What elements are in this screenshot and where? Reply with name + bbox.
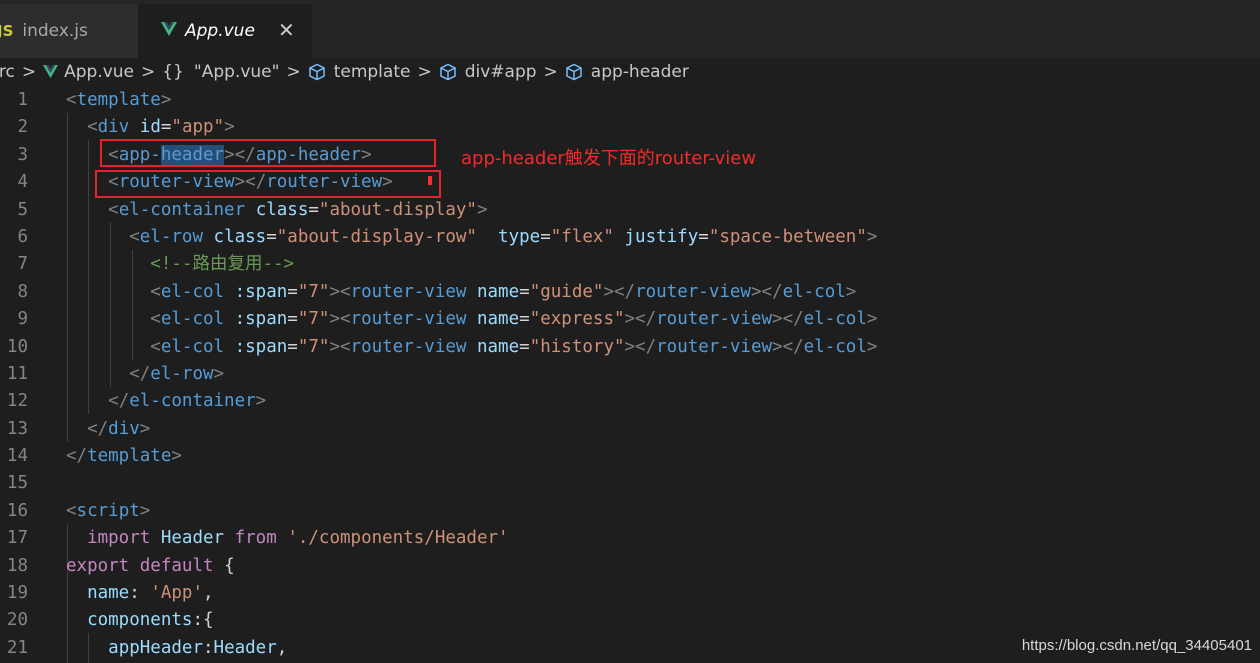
js-icon: JS [0, 22, 14, 40]
tab-bar: JS index.js App.vue ✕ [0, 0, 1260, 58]
line-number: 9 [17, 309, 28, 330]
cube-icon [439, 63, 457, 81]
line-number: 16 [6, 500, 28, 521]
cube-icon [565, 63, 583, 81]
line-number: 6 [17, 226, 28, 247]
breadcrumb-file[interactable]: App.vue [43, 62, 134, 82]
code-line: <template> [66, 90, 172, 110]
line-number: 17 [6, 528, 28, 549]
line-number: 4 [17, 172, 28, 193]
close-icon[interactable]: ✕ [278, 20, 295, 40]
line-number-gutter: 1 2 3 4 5 6 7 8 9 10 11 12 13 14 15 16 1… [0, 87, 56, 662]
code-line: </el-row> [129, 363, 225, 384]
code-line: </el-container> [108, 391, 267, 412]
code-line: <el-col :span="7"><router-view name="exp… [150, 309, 878, 330]
annotation-text: app-header触发下面的router-view [461, 148, 757, 169]
line-number: 11 [6, 363, 28, 384]
chevron-right-icon: > [21, 62, 37, 82]
line-number: 2 [17, 117, 28, 138]
line-number: 10 [6, 336, 28, 357]
tab-index-js[interactable]: JS index.js [0, 4, 138, 58]
line-number: 13 [6, 418, 28, 439]
annotation-box-router-view [95, 170, 441, 198]
code-line: <el-row class="about-display-row" type="… [129, 226, 878, 247]
vue-icon [161, 21, 177, 41]
breadcrumb-file-label: App.vue [64, 62, 134, 82]
code-line: </template> [66, 446, 182, 467]
line-number: 18 [6, 555, 28, 576]
code-line: <div id="app"> [87, 117, 235, 138]
annotation-box-app-header [100, 139, 436, 167]
code-line: components:{ [87, 610, 214, 631]
line-number: 8 [17, 281, 28, 302]
line-number: 3 [17, 144, 28, 165]
line-number: 14 [6, 446, 28, 467]
code-line: </div> [87, 418, 151, 439]
breadcrumb-component-label: app-header [590, 62, 689, 82]
code-line: import Header from './components/Header' [87, 528, 509, 549]
code-line: <el-col :span="7"><router-view name="his… [150, 336, 878, 357]
code-line: <!--路由复用--> [150, 254, 295, 275]
breadcrumb-div[interactable]: div#app [439, 62, 537, 82]
line-number: 21 [6, 637, 28, 658]
breadcrumb-template-label: template [333, 62, 411, 82]
line-number: 19 [6, 583, 28, 604]
breadcrumb: src > App.vue > {} "App.vue" > template … [0, 58, 1260, 86]
chevron-right-icon: > [417, 62, 432, 82]
annotation-mark [428, 176, 432, 185]
breadcrumb-module[interactable]: {} "App.vue" [162, 62, 279, 82]
code-line: name: 'App', [87, 583, 214, 604]
code-line: export default { [66, 555, 235, 576]
breadcrumb-div-label: div#app [464, 62, 537, 82]
cube-icon [308, 63, 326, 81]
code-line: <el-container class="about-display"> [108, 199, 488, 220]
braces-icon: {} [162, 62, 184, 82]
line-number: 5 [17, 199, 28, 220]
watermark: https://blog.csdn.net/qq_34405401 [1021, 637, 1252, 654]
code-line: <el-col :span="7"><router-view name="gui… [150, 281, 857, 302]
line-number: 12 [6, 391, 28, 412]
vue-icon [43, 65, 59, 79]
line-number: 20 [6, 610, 28, 631]
chevron-right-icon: > [286, 62, 301, 82]
chevron-right-icon: > [141, 62, 156, 82]
breadcrumb-module-label: "App.vue" [193, 62, 280, 82]
line-number: 15 [6, 473, 28, 494]
chevron-right-icon: > [543, 62, 558, 82]
tab-app-vue[interactable]: App.vue ✕ [138, 4, 312, 58]
tab-label: App.vue [185, 21, 255, 41]
breadcrumb-src[interactable]: src [0, 62, 15, 82]
line-number: 7 [17, 254, 28, 275]
tab-label: index.js [22, 21, 88, 41]
breadcrumb-template[interactable]: template [308, 62, 411, 82]
line-number: 1 [17, 90, 28, 110]
code-line: <script> [66, 500, 151, 521]
breadcrumb-component[interactable]: app-header [565, 62, 689, 82]
